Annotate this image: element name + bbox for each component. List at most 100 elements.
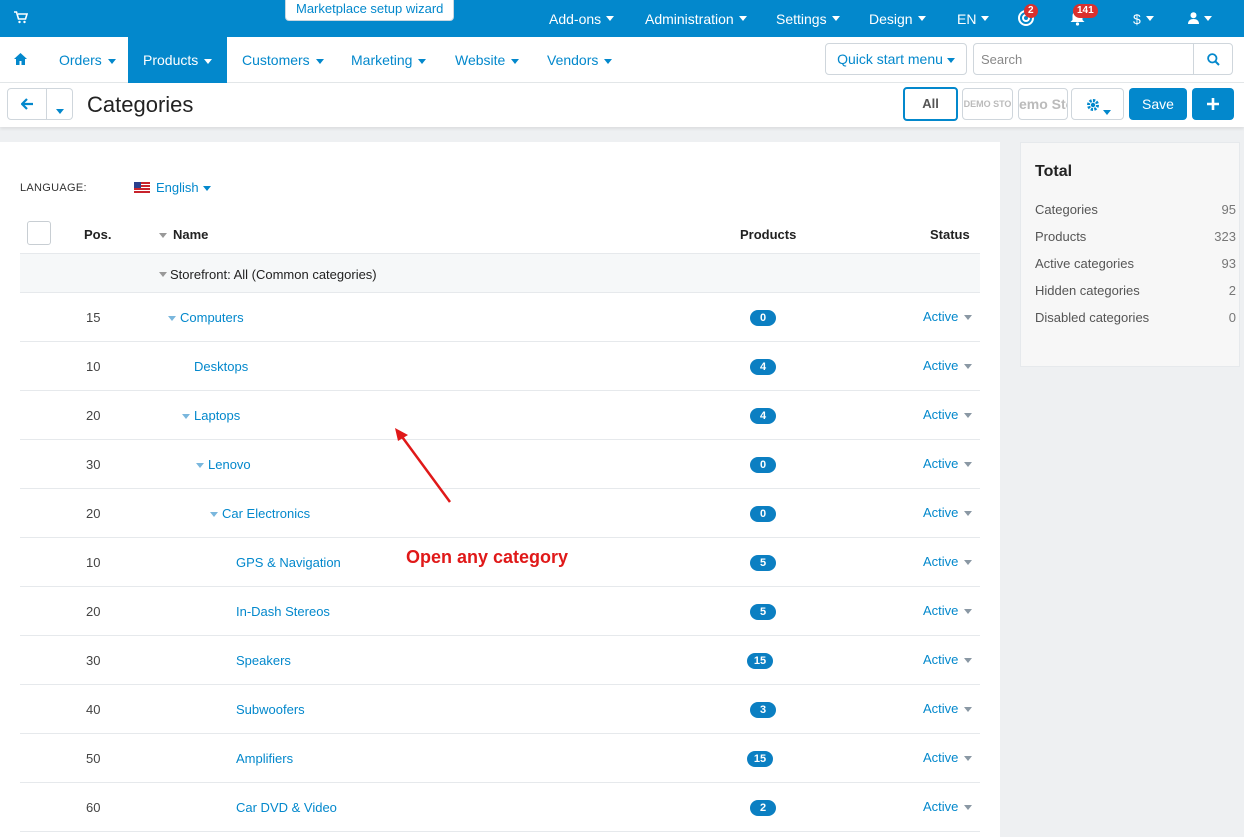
status-dropdown[interactable]: Active (923, 456, 973, 471)
products-count-badge[interactable]: 3 (750, 702, 776, 718)
cart-icon[interactable] (14, 11, 29, 27)
table-row[interactable]: 40 Subwoofers 3 Active (20, 685, 980, 734)
chevron-down-icon (1103, 103, 1111, 118)
status-dropdown[interactable]: Active (923, 652, 973, 667)
expand-all-icon[interactable] (159, 233, 167, 239)
status-dropdown[interactable]: Active (923, 407, 973, 422)
storefront-demo-button-1[interactable]: DEMO STO (962, 88, 1013, 120)
status-dropdown[interactable]: Active (923, 701, 973, 716)
menu-administration[interactable]: Administration (645, 0, 747, 37)
products-count-badge[interactable]: 0 (750, 457, 776, 473)
category-link[interactable]: Subwoofers (236, 702, 305, 717)
menu-design[interactable]: Design (869, 0, 926, 37)
products-count-badge[interactable]: 2 (750, 800, 776, 816)
status-dropdown[interactable]: Active (923, 505, 973, 520)
home-icon[interactable] (14, 53, 27, 68)
table-row[interactable]: 60 Car DVD & Video 2 Active (20, 783, 980, 832)
row-pos: 50 (86, 751, 101, 766)
row-pos: 30 (86, 457, 101, 472)
save-button[interactable]: Save (1129, 88, 1187, 120)
marketplace-wizard-button[interactable]: Marketplace setup wizard (285, 0, 455, 21)
plus-icon (1207, 98, 1219, 113)
totals-sidebar: Total Categories 95 Products 323 Active ca… (1020, 142, 1240, 367)
status-dropdown[interactable]: Active (923, 750, 973, 765)
select-all-checkbox[interactable] (27, 221, 51, 245)
us-flag-icon (134, 182, 150, 193)
status-dropdown[interactable]: Active (923, 799, 973, 814)
nav-customers[interactable]: Customers (242, 37, 324, 83)
collapse-icon[interactable] (196, 463, 204, 469)
status-dropdown[interactable]: Active (923, 554, 973, 569)
storefront-demo-button-2[interactable]: emo Sto (1018, 88, 1068, 120)
menu-user[interactable] (1188, 0, 1212, 37)
category-link[interactable]: In-Dash Stereos (236, 604, 330, 619)
status-dropdown[interactable]: Active (923, 309, 973, 324)
table-row[interactable]: 20 Laptops 4 Active (20, 391, 980, 440)
products-count-badge[interactable]: 0 (750, 310, 776, 326)
category-link[interactable]: Car Electronics (210, 506, 310, 521)
search-icon (1207, 53, 1220, 69)
category-link[interactable]: Lenovo (196, 457, 251, 472)
search-input[interactable] (973, 43, 1194, 75)
table-row[interactable]: 30 Lenovo 0 Active (20, 440, 980, 489)
products-count-badge[interactable]: 15 (747, 751, 773, 767)
menu-addons[interactable]: Add-ons (549, 0, 615, 37)
column-header-status[interactable]: Status (930, 227, 970, 242)
products-count-badge[interactable]: 4 (750, 408, 776, 424)
notifications-badge: 141 (1073, 4, 1098, 18)
row-pos: 40 (86, 702, 101, 717)
category-link[interactable]: Laptops (182, 408, 240, 423)
category-link[interactable]: Amplifiers (236, 751, 293, 766)
category-link[interactable]: Desktops (194, 359, 248, 374)
status-dropdown[interactable]: Active (923, 603, 973, 618)
table-row[interactable]: 50 Amplifiers 15 Active (20, 734, 980, 783)
category-link[interactable]: Car DVD & Video (236, 800, 337, 815)
total-active-categories: Active categories 93 (1035, 256, 1236, 271)
totals-title: Total (1035, 163, 1073, 180)
row-pos: 20 (86, 408, 101, 423)
collapse-icon[interactable] (182, 414, 190, 420)
arrow-left-icon (20, 98, 34, 113)
storefront-group-row[interactable]: Storefront: All (Common categories) (20, 253, 980, 293)
annotation-arrow (395, 428, 452, 503)
collapse-icon[interactable] (159, 272, 167, 277)
category-link[interactable]: Computers (168, 310, 244, 325)
products-count-badge[interactable]: 4 (750, 359, 776, 375)
table-row[interactable]: 15 Computers 0 Active (20, 293, 980, 342)
nav-vendors[interactable]: Vendors (547, 37, 613, 83)
collapse-icon[interactable] (210, 512, 218, 518)
nav-orders[interactable]: Orders (59, 37, 116, 83)
column-header-products[interactable]: Products (740, 227, 796, 242)
add-category-button[interactable] (1192, 88, 1234, 120)
column-header-name[interactable]: Name (159, 227, 208, 242)
nav-website[interactable]: Website (455, 37, 520, 83)
menu-currency[interactable]: $ (1133, 0, 1154, 37)
search-button[interactable] (1193, 43, 1233, 75)
back-dropdown-button[interactable] (47, 88, 73, 120)
language-select[interactable]: English (134, 180, 211, 195)
settings-dropdown-button[interactable] (1071, 88, 1124, 120)
collapse-icon[interactable] (168, 316, 176, 322)
table-row[interactable]: 20 In-Dash Stereos 5 Active (20, 587, 980, 636)
chevron-down-icon (56, 102, 64, 117)
column-header-pos[interactable]: Pos. (84, 227, 111, 242)
category-link[interactable]: GPS & Navigation (236, 555, 341, 570)
products-count-badge[interactable]: 5 (750, 555, 776, 571)
page-title: Categories (87, 92, 194, 117)
table-row[interactable]: 20 Car Electronics 0 Active (20, 489, 980, 538)
status-dropdown[interactable]: Active (923, 358, 973, 373)
menu-language[interactable]: EN (957, 0, 990, 37)
user-icon (1188, 11, 1199, 27)
products-count-badge[interactable]: 0 (750, 506, 776, 522)
products-count-badge[interactable]: 15 (747, 653, 773, 669)
nav-products[interactable]: Products (128, 37, 227, 83)
quick-start-menu-button[interactable]: Quick start menu (825, 43, 967, 75)
table-row[interactable]: 30 Speakers 15 Active (20, 636, 980, 685)
nav-marketing[interactable]: Marketing (351, 37, 427, 83)
storefront-all-button[interactable]: All (903, 87, 958, 121)
products-count-badge[interactable]: 5 (750, 604, 776, 620)
back-button[interactable] (7, 88, 47, 120)
category-link[interactable]: Speakers (236, 653, 291, 668)
menu-settings[interactable]: Settings (776, 0, 840, 37)
table-row[interactable]: 10 Desktops 4 Active (20, 342, 980, 391)
